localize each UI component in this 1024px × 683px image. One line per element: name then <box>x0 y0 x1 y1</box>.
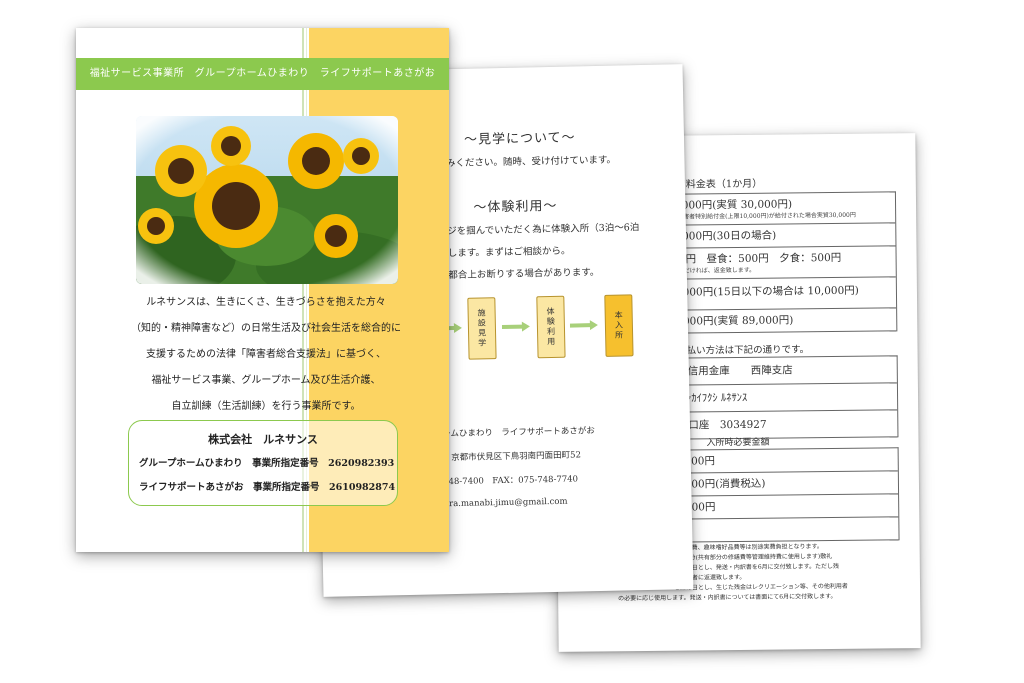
fee-row: 09,000円(実質 89,000円) <box>660 308 897 334</box>
trial-heading: ～体験利用～ <box>473 198 558 216</box>
intro-line: 自立訓練（生活訓練）を行う事業所です。 <box>171 401 361 412</box>
fee-row: 京都信用金庫 西陣支店 <box>660 356 897 386</box>
intro-line: 福祉サービス事業、グループホーム及び生活介護、 <box>151 375 381 386</box>
fee-row: 30,000円(実質 30,000円) 特定障害者特別給付金(上限10,000円… <box>658 192 896 226</box>
company-office-line: グループホームひまわり 事業所指定番号 2620982393 <box>139 458 395 469</box>
contact-line: ura.manabi.jimu@gmail.com <box>443 496 568 510</box>
intro-line: （知的・精神障害など）の日常生活及び社会生活を総合的に <box>131 323 401 334</box>
sunflower-photo <box>136 116 398 284</box>
contact-line: ームひまわり ライフサポートあさがお <box>442 426 595 440</box>
trial-text: り都合上お断りする場合があります。 <box>438 266 600 282</box>
fee-row: 30,000円 <box>661 448 898 474</box>
flow-step-admission: 本入所 <box>604 294 634 357</box>
flow-arrow-icon <box>501 321 530 332</box>
fee-table-payment: 京都信用金庫 西陣支店 ﾌﾞ ｼｬｶｲﾌｸｼ ﾙﾈｻﾝｽ 普通口座 303492… <box>659 355 899 440</box>
fee-row-text: 800円 昼食：500円 夕食：500円 <box>665 251 842 266</box>
deposit-label: 入所時必要金額 <box>706 437 770 449</box>
fee-row: 20,000円(15日以下の場合は 10,000円) <box>659 277 897 311</box>
fee-row-note: ていただければ、返金致します。 <box>665 266 756 275</box>
fee-table-monthly: 30,000円(実質 30,000円) 特定障害者特別給付金(上限10,000円… <box>657 191 898 334</box>
flow-step-visit: 施設見学 <box>467 297 497 360</box>
visit-heading: ～見学について～ <box>463 130 576 148</box>
flow-arrow-icon <box>569 320 598 331</box>
company-info-box: 株式会社 ルネサンス グループホームひまわり 事業所指定番号 262098239… <box>128 420 398 506</box>
payment-intro: お支払い方法は下記の通りです。 <box>667 344 810 357</box>
fee-row-note: 特定障害者特別給付金(上限10,000円)が給付された場合実質30,000円 <box>665 211 856 221</box>
contact-line: 京都市伏見区下鳥羽南円面田町52 <box>442 450 582 464</box>
contact-line: 748-7400 FAX：075-748-7740 <box>443 474 579 488</box>
company-name: 株式会社 ルネサンス <box>208 433 318 446</box>
flow-step-trial: 体験利用 <box>536 295 566 359</box>
sunflower-image-icon <box>136 116 398 284</box>
company-office-line: ライフサポートあさがお 事業所指定番号 2610982874 <box>139 482 396 493</box>
brochure-front-page: 福祉サービス事業所 グループホームひまわり ライフサポートあさがお ルネサンスは… <box>76 28 449 552</box>
intro-line: 支援するための法律「障害者総合支援法」に基づく、 <box>146 349 386 360</box>
fee-row: ﾌﾞ ｼｬｶｲﾌｸｼ ﾙﾈｻﾝｽ <box>660 383 898 413</box>
visit-text: 込みください。随時、受け付けています。 <box>436 154 617 170</box>
fee-row: 13,200円(消費税込) <box>661 471 899 497</box>
banner-title: 福祉サービス事業所 グループホームひまわり ライフサポートあさがお <box>89 68 436 79</box>
intro-line: ルネサンスは、生きにくさ、生きづらさを抱えた方々 <box>146 297 386 308</box>
fee-row: 実費 <box>662 517 899 543</box>
intro-text: ルネサンスは、生きにくさ、生きづらさを抱えた方々 （知的・精神障害など）の日常生… <box>116 290 416 420</box>
fee-row: 普通口座 3034927 <box>661 410 898 440</box>
fee-row: 39,000円(30日の場合) <box>659 223 896 249</box>
fee-table-deposit: 30,000円 13,200円(消費税込) 30,000円 実費 <box>660 447 900 543</box>
trial-text: めします。まずはご相談から。 <box>438 245 571 260</box>
note-line: の必要に応じ使用します。発送・内訳書については書面にて6月に交付致します。 <box>618 592 837 603</box>
fee-row: 800円 昼食：500円 夕食：500円 ていただければ、返金致します。 <box>659 246 896 280</box>
fee-row: 30,000円 <box>662 494 899 520</box>
trial-text: ージを掴んでいただく為に体験入所（3泊～6泊 <box>437 222 640 238</box>
